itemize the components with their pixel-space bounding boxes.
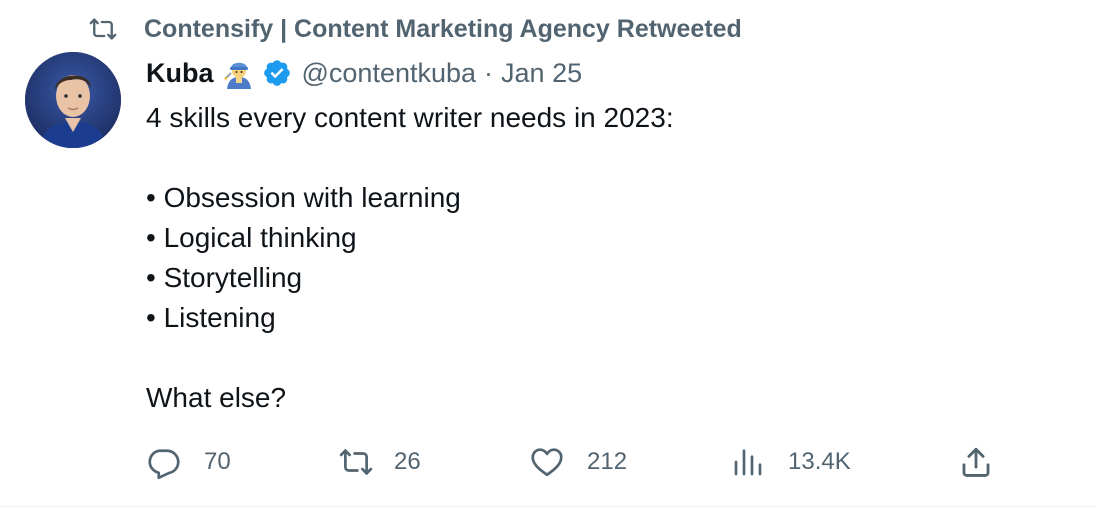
- tweet-text-line: • Storytelling: [146, 262, 303, 293]
- reply-button[interactable]: 70: [146, 440, 231, 484]
- heart-icon: [529, 444, 565, 480]
- tweet-date[interactable]: Jan 25: [501, 58, 582, 89]
- views-button[interactable]: 13.4K: [732, 440, 851, 484]
- retweet-button[interactable]: 26: [336, 440, 421, 484]
- tweet-text-line: [146, 138, 1046, 178]
- verified-badge-icon[interactable]: [262, 58, 292, 88]
- tweet[interactable]: Contensify | Content Marketing Agency Re…: [0, 0, 1096, 507]
- retweet-icon: [336, 445, 376, 479]
- retweet-icon: [86, 12, 126, 46]
- tweet-text-line: What else?: [146, 382, 287, 413]
- retweet-context[interactable]: Contensify | Content Marketing Agency Re…: [86, 12, 742, 46]
- tweet-content: Kuba @contentkuba · Jan 25 4 skills ever…: [146, 54, 1046, 418]
- views-count: 13.4K: [788, 448, 851, 475]
- reply-icon: [146, 444, 182, 480]
- share-button[interactable]: [959, 440, 993, 484]
- tweet-text-line: [146, 338, 1046, 378]
- retweet-context-text[interactable]: Contensify | Content Marketing Agency Re…: [144, 15, 742, 44]
- tweet-text-line: • Obsession with learning: [146, 182, 461, 213]
- construction-worker-emoji: [222, 56, 256, 90]
- separator-dot: ·: [484, 57, 494, 88]
- avatar[interactable]: [25, 52, 121, 148]
- tweet-text: 4 skills every content writer needs in 2…: [146, 98, 1046, 418]
- author-display-name[interactable]: Kuba: [146, 58, 214, 89]
- tweet-text-line: • Listening: [146, 302, 276, 333]
- like-count: 212: [587, 448, 628, 475]
- analytics-icon: [732, 444, 764, 480]
- tweet-header: Kuba @contentkuba · Jan 25: [146, 54, 1046, 92]
- author-handle[interactable]: @contentkuba: [302, 58, 477, 89]
- tweet-text-line: • Logical thinking: [146, 222, 357, 253]
- reply-count: 70: [204, 448, 231, 475]
- retweet-count: 26: [394, 448, 421, 475]
- share-icon: [959, 444, 993, 480]
- tweet-actions: 70 26 212 13.4K: [146, 440, 996, 484]
- tweet-text-line: 4 skills every content writer needs in 2…: [146, 102, 674, 133]
- like-button[interactable]: 212: [529, 440, 627, 484]
